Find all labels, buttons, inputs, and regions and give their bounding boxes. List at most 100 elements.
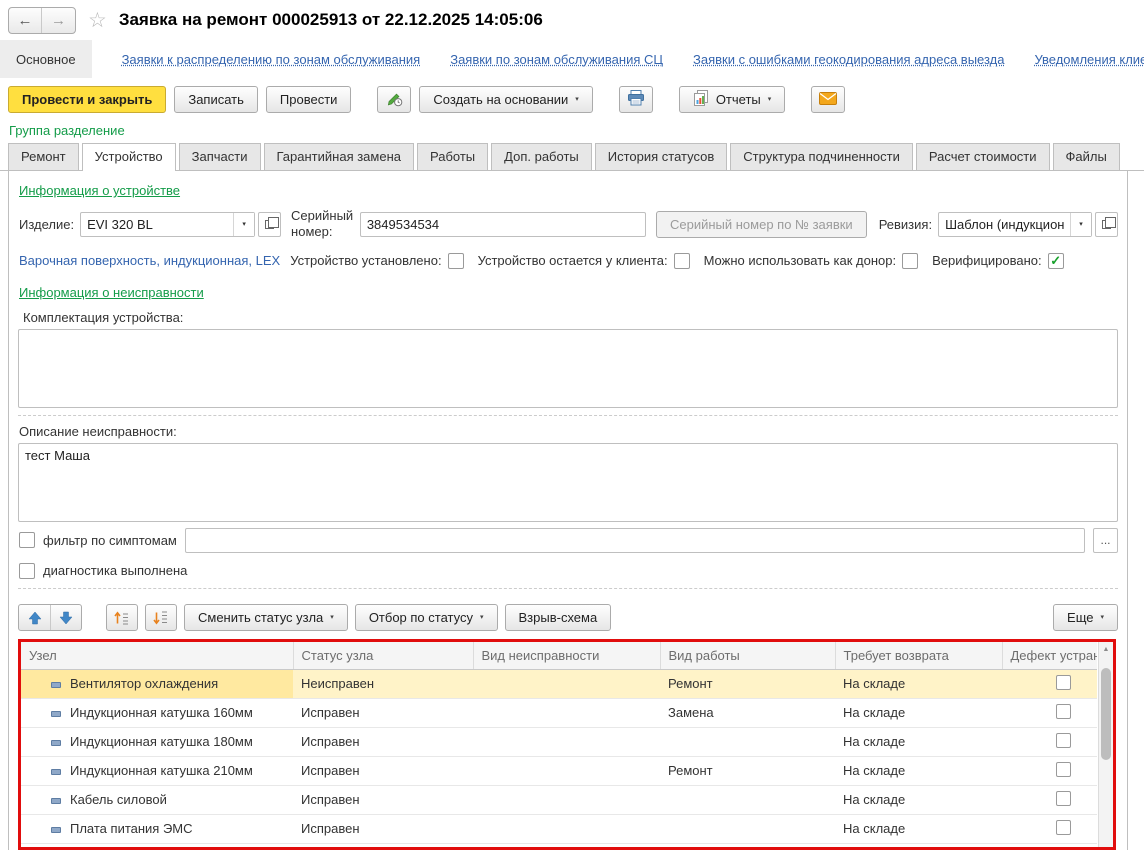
product-open-button[interactable]	[258, 212, 281, 237]
symptom-filter-input[interactable]	[185, 528, 1085, 553]
work-type-cell[interactable]	[660, 785, 835, 814]
column-header[interactable]: Узел	[21, 642, 293, 670]
diagnostics-checkbox[interactable]	[19, 563, 35, 579]
node-cell[interactable]: Индукционная катушка 210мм	[21, 756, 293, 785]
column-header[interactable]: Вид неисправности	[473, 642, 660, 670]
node-status-cell[interactable]: Исправен	[293, 843, 473, 850]
tab-3[interactable]: Гарантийная замена	[264, 143, 414, 170]
work-type-cell[interactable]	[660, 814, 835, 843]
product-input[interactable]	[81, 213, 233, 236]
table-row[interactable]: Индукционная катушка 210мм Исправен Ремо…	[21, 756, 1097, 785]
tab-9[interactable]: Файлы	[1053, 143, 1120, 170]
column-header[interactable]: Дефект устранен	[1002, 642, 1097, 670]
create-based-on-button[interactable]: Создать на основании ▾	[419, 86, 592, 113]
product-dropdown-button[interactable]: ▾	[233, 213, 254, 236]
nav-link[interactable]: Заявки с ошибками геокодирования адреса …	[693, 40, 1004, 78]
node-cell[interactable]: Вентилятор охлаждения	[21, 669, 293, 698]
tab-1[interactable]: Устройство	[82, 143, 176, 171]
sort-descending-button[interactable]	[145, 604, 177, 631]
serial-by-request-button[interactable]: Серийный номер по № заявки	[656, 211, 867, 238]
tab-5[interactable]: Доп. работы	[491, 143, 592, 170]
back-button[interactable]: ←	[9, 8, 42, 33]
defect-fixed-checkbox[interactable]	[1056, 733, 1071, 748]
fault-type-cell[interactable]	[473, 756, 660, 785]
node-cell[interactable]: Плата питания ЭМС	[21, 814, 293, 843]
defect-fixed-cell[interactable]	[1002, 756, 1097, 785]
work-type-cell[interactable]: Ремонт	[660, 756, 835, 785]
reports-button[interactable]: Отчеты ▾	[679, 86, 785, 113]
table-row[interactable]: Вентилятор охлаждения Неисправен Ремонт …	[21, 669, 1097, 698]
device-flag-checkbox[interactable]	[448, 253, 464, 269]
explosion-diagram-button[interactable]: Взрыв-схема	[505, 604, 612, 631]
defect-fixed-cell[interactable]	[1002, 785, 1097, 814]
device-type-link[interactable]: Варочная поверхность, индукционная, LEX	[19, 253, 280, 268]
table-row[interactable]: Индукционная катушка 160мм Исправен Заме…	[21, 698, 1097, 727]
change-node-status-button[interactable]: Сменить статус узла ▾	[184, 604, 348, 631]
fault-type-cell[interactable]	[473, 669, 660, 698]
node-cell[interactable]: Индукционная катушка 180мм	[21, 727, 293, 756]
defect-fixed-cell[interactable]	[1002, 843, 1097, 850]
node-status-cell[interactable]: Исправен	[293, 727, 473, 756]
column-header[interactable]: Вид работы	[660, 642, 835, 670]
sort-ascending-button[interactable]	[106, 604, 138, 631]
defect-fixed-checkbox[interactable]	[1056, 820, 1071, 835]
defect-fixed-cell[interactable]	[1002, 814, 1097, 843]
fault-section-title[interactable]: Информация о неисправности	[19, 285, 204, 300]
revision-open-button[interactable]	[1095, 212, 1118, 237]
node-cell[interactable]: Плата управления(сенсор)	[21, 843, 293, 850]
work-type-cell[interactable]: Замена	[660, 698, 835, 727]
fault-description-textarea[interactable]: тест Маша	[18, 443, 1118, 522]
group-separator-link[interactable]: Группа разделение	[0, 121, 1144, 143]
save-button[interactable]: Записать	[174, 86, 258, 113]
defect-fixed-cell[interactable]	[1002, 698, 1097, 727]
tab-0[interactable]: Ремонт	[8, 143, 79, 170]
node-status-cell[interactable]: Исправен	[293, 814, 473, 843]
return-requires-cell[interactable]: На складе	[835, 814, 1002, 843]
favorite-star-icon[interactable]: ☆	[88, 10, 107, 31]
scrollbar-thumb[interactable]	[1101, 668, 1111, 760]
defect-fixed-checkbox[interactable]	[1056, 704, 1071, 719]
return-requires-cell[interactable]: На складе	[835, 669, 1002, 698]
tab-7[interactable]: Структура подчиненности	[730, 143, 913, 170]
return-requires-cell[interactable]: На складе	[835, 727, 1002, 756]
filter-by-status-button[interactable]: Отбор по статусу ▾	[355, 604, 498, 631]
defect-fixed-cell[interactable]	[1002, 727, 1097, 756]
move-up-button[interactable]	[19, 605, 50, 630]
nav-tab-main[interactable]: Основное	[0, 40, 92, 78]
email-button[interactable]	[811, 86, 845, 113]
move-down-button[interactable]	[50, 605, 81, 630]
serial-input[interactable]	[360, 212, 646, 237]
symptom-filter-choose-button[interactable]: ...	[1093, 528, 1118, 553]
fault-type-cell[interactable]	[473, 843, 660, 850]
device-flag-checkbox[interactable]: ✓	[1048, 253, 1064, 269]
nav-link[interactable]: Уведомления клиентам о и	[1034, 40, 1144, 78]
tab-6[interactable]: История статусов	[595, 143, 728, 170]
nav-link[interactable]: Заявки к распределению по зонам обслужив…	[122, 40, 421, 78]
table-row[interactable]: Плата управления(сенсор) Исправен На скл…	[21, 843, 1097, 850]
more-button[interactable]: Еще ▾	[1053, 604, 1118, 631]
defect-fixed-checkbox[interactable]	[1056, 762, 1071, 777]
defect-fixed-checkbox[interactable]	[1056, 675, 1071, 690]
node-status-cell[interactable]: Исправен	[293, 698, 473, 727]
fault-type-cell[interactable]	[473, 698, 660, 727]
table-row[interactable]: Индукционная катушка 180мм Исправен На с…	[21, 727, 1097, 756]
device-flag-checkbox[interactable]	[674, 253, 690, 269]
defect-fixed-checkbox[interactable]	[1056, 791, 1071, 806]
return-requires-cell[interactable]: На складе	[835, 843, 1002, 850]
print-button[interactable]	[619, 86, 653, 113]
scroll-up-button[interactable]: ▲	[1099, 642, 1113, 657]
work-type-cell[interactable]	[660, 843, 835, 850]
node-status-cell[interactable]: Исправен	[293, 756, 473, 785]
symptom-filter-checkbox[interactable]	[19, 532, 35, 548]
node-cell[interactable]: Индукционная катушка 160мм	[21, 698, 293, 727]
work-type-cell[interactable]	[660, 727, 835, 756]
revision-dropdown-button[interactable]: ▾	[1070, 213, 1091, 236]
node-status-cell[interactable]: Неисправен	[293, 669, 473, 698]
tab-2[interactable]: Запчасти	[179, 143, 261, 170]
device-flag-checkbox[interactable]	[902, 253, 918, 269]
return-requires-cell[interactable]: На складе	[835, 785, 1002, 814]
column-header[interactable]: Требует возврата	[835, 642, 1002, 670]
defect-fixed-cell[interactable]	[1002, 669, 1097, 698]
fault-type-cell[interactable]	[473, 814, 660, 843]
post-with-time-button[interactable]	[377, 86, 411, 113]
